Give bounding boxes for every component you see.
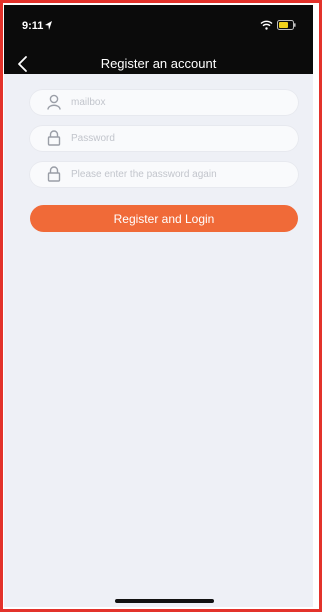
battery-icon — [277, 20, 296, 30]
lock-icon — [47, 166, 61, 182]
password-input[interactable] — [71, 128, 291, 149]
page-title: Register an account — [100, 56, 217, 71]
phone-screen: 9:11 Register an account mailbox Registe… — [4, 5, 313, 607]
location-arrow-icon — [45, 21, 52, 30]
mailbox-field[interactable] — [29, 89, 299, 116]
wifi-icon — [260, 20, 273, 30]
confirm-password-input[interactable] — [71, 164, 291, 185]
user-icon — [47, 94, 61, 110]
confirm-password-field[interactable] — [29, 161, 299, 188]
lock-icon — [47, 130, 61, 146]
top-bar: 9:11 Register an account — [4, 5, 313, 74]
home-indicator — [115, 599, 214, 603]
mailbox-input[interactable] — [71, 92, 291, 113]
password-field[interactable] — [29, 125, 299, 152]
register-and-login-button[interactable]: Register and Login — [30, 205, 298, 232]
status-time: 9:11 — [22, 20, 44, 32]
